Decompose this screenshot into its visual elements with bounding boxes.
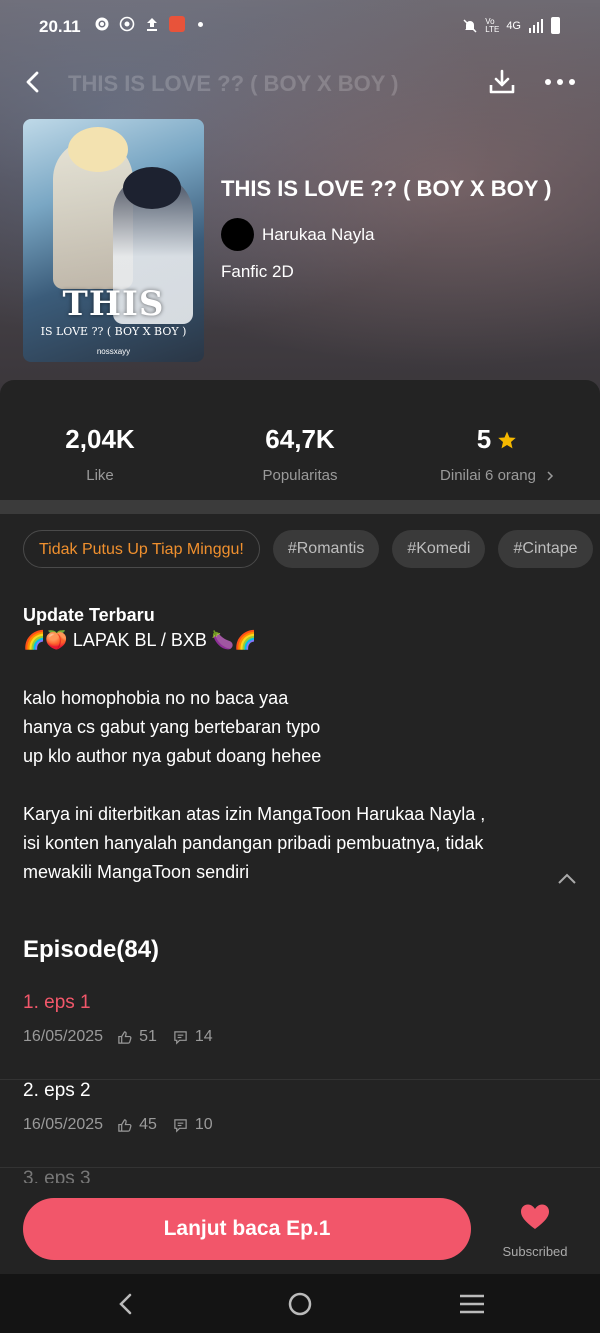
tag-promo[interactable]: Tidak Putus Up Tiap Minggu!: [23, 530, 260, 568]
description-line: hanya cs gabut yang bertebaran typo: [23, 717, 321, 737]
author-avatar[interactable]: [221, 218, 254, 251]
tag-komedi[interactable]: #Komedi: [392, 530, 486, 568]
popularity-label: Popularitas: [262, 467, 338, 484]
thumbs-up-icon: [118, 1118, 132, 1132]
comment-icon: [174, 1118, 187, 1133]
episode-date: 16/05/2025: [23, 1116, 104, 1133]
episode-comments: 14: [194, 1028, 213, 1045]
top-navigation: THIS IS LOVE ?? ( BOY X BOY ): [0, 58, 600, 106]
description-line: 🌈🍑 LAPAK BL / BXB 🍆🌈: [23, 630, 257, 650]
episode-name[interactable]: 1. eps 1: [23, 992, 91, 1014]
episode-likes: 51: [139, 1028, 157, 1045]
subscribe-label: Subscribed: [502, 1244, 568, 1259]
rating-value: 5: [476, 424, 492, 454]
likes-label: Like: [86, 467, 114, 484]
more-options-icon[interactable]: [542, 66, 578, 98]
author-row[interactable]: Harukaa Nayla: [221, 218, 374, 251]
signal-icon: [529, 18, 543, 33]
description-line: isi konten hanyalah pandangan pribadi pe…: [23, 833, 484, 853]
settings-icon: [95, 17, 109, 31]
mute-icon: [463, 18, 477, 33]
description-line: up klo author nya gabut doang hehee: [23, 746, 322, 766]
episode-comments: 10: [194, 1116, 213, 1133]
description-line: kalo homophobia no no baca yaa: [23, 688, 289, 708]
system-home-icon[interactable]: [284, 1288, 316, 1320]
divider: [0, 500, 600, 514]
upload-icon: [147, 18, 157, 31]
whatsapp-icon: [119, 16, 135, 32]
tag-list: Tidak Putus Up Tiap Minggu! #Romantis #K…: [23, 530, 593, 568]
app-notification-icon: [169, 16, 185, 32]
collapse-chevron-icon[interactable]: [556, 872, 578, 886]
status-time: 20.11: [39, 17, 81, 36]
more-notifications-dot: [198, 21, 203, 27]
episode-likes: 45: [139, 1116, 157, 1133]
description-heading: Update Terbaru: [23, 605, 155, 625]
system-back-icon[interactable]: [110, 1288, 142, 1320]
description-line: mewakili MangaToon sendiri: [23, 862, 250, 882]
star-icon: [498, 431, 516, 448]
description: Update Terbaru 🌈🍑 LAPAK BL / BXB 🍆🌈 kalo…: [23, 605, 563, 887]
header-title: THIS IS LOVE ?? ( BOY X BOY ): [68, 71, 399, 96]
back-arrow-icon[interactable]: [20, 68, 48, 96]
bottom-action-bar: Lanjut baca Ep.1 Subscribed: [0, 1183, 600, 1274]
likes-stat: 2,04K Like: [0, 424, 200, 484]
cover-image[interactable]: THIS IS LOVE ?? ( BOY X BOY ) nossxayy: [23, 119, 204, 362]
subscribe-button[interactable]: Subscribed: [490, 1203, 580, 1259]
cover-subtitle: IS LOVE ?? ( BOY X BOY ): [40, 325, 187, 338]
cover-title: THIS: [62, 284, 165, 324]
episode-item[interactable]: 2. eps 2 16/05/2025 45 10: [0, 1080, 600, 1168]
tag-romantis[interactable]: #Romantis: [272, 530, 380, 568]
episode-name[interactable]: 2. eps 2: [23, 1080, 91, 1102]
episode-item[interactable]: 1. eps 1 16/05/2025 51 14: [0, 992, 600, 1080]
author-name[interactable]: Harukaa Nayla: [262, 225, 374, 245]
rating-label: Dinilai 6 orang: [440, 467, 536, 484]
heart-icon: [521, 1204, 549, 1229]
tag-cintape[interactable]: #Cintape: [498, 530, 593, 568]
download-icon[interactable]: [486, 66, 518, 98]
popularity-stat: 64,7K Popularitas: [200, 424, 400, 484]
description-line: Karya ini diterbitkan atas izin MangaToo…: [23, 804, 486, 824]
stats-row: 2,04K Like 64,7K Popularitas 5 Dinilai 6…: [0, 380, 600, 500]
book-title: THIS IS LOVE ?? ( BOY X BOY ): [221, 176, 552, 201]
cover-author: nossxayy: [96, 347, 131, 356]
chevron-right-icon: [547, 470, 553, 481]
episodes-header: Episode(84): [23, 936, 160, 963]
likes-value: 2,04K: [65, 424, 135, 454]
rating-stat[interactable]: 5 Dinilai 6 orang: [397, 424, 597, 484]
popularity-value: 64,7K: [265, 424, 335, 454]
thumbs-up-icon: [118, 1030, 132, 1044]
status-bar: 20.11 Vo LTE 4G: [0, 0, 600, 54]
network-label: 4G: [506, 19, 521, 32]
comment-icon: [174, 1030, 187, 1045]
episode-date: 16/05/2025: [23, 1028, 104, 1045]
detail-sheet: 2,04K Like 64,7K Popularitas 5 Dinilai 6…: [0, 380, 600, 1273]
volte-icon: Vo LTE: [485, 16, 500, 34]
battery-icon: [551, 17, 560, 34]
continue-reading-button[interactable]: Lanjut baca Ep.1: [23, 1198, 471, 1260]
system-recents-icon[interactable]: [456, 1288, 488, 1320]
genre-label: Fanfic 2D: [221, 262, 294, 281]
system-navigation-bar: [0, 1274, 600, 1333]
